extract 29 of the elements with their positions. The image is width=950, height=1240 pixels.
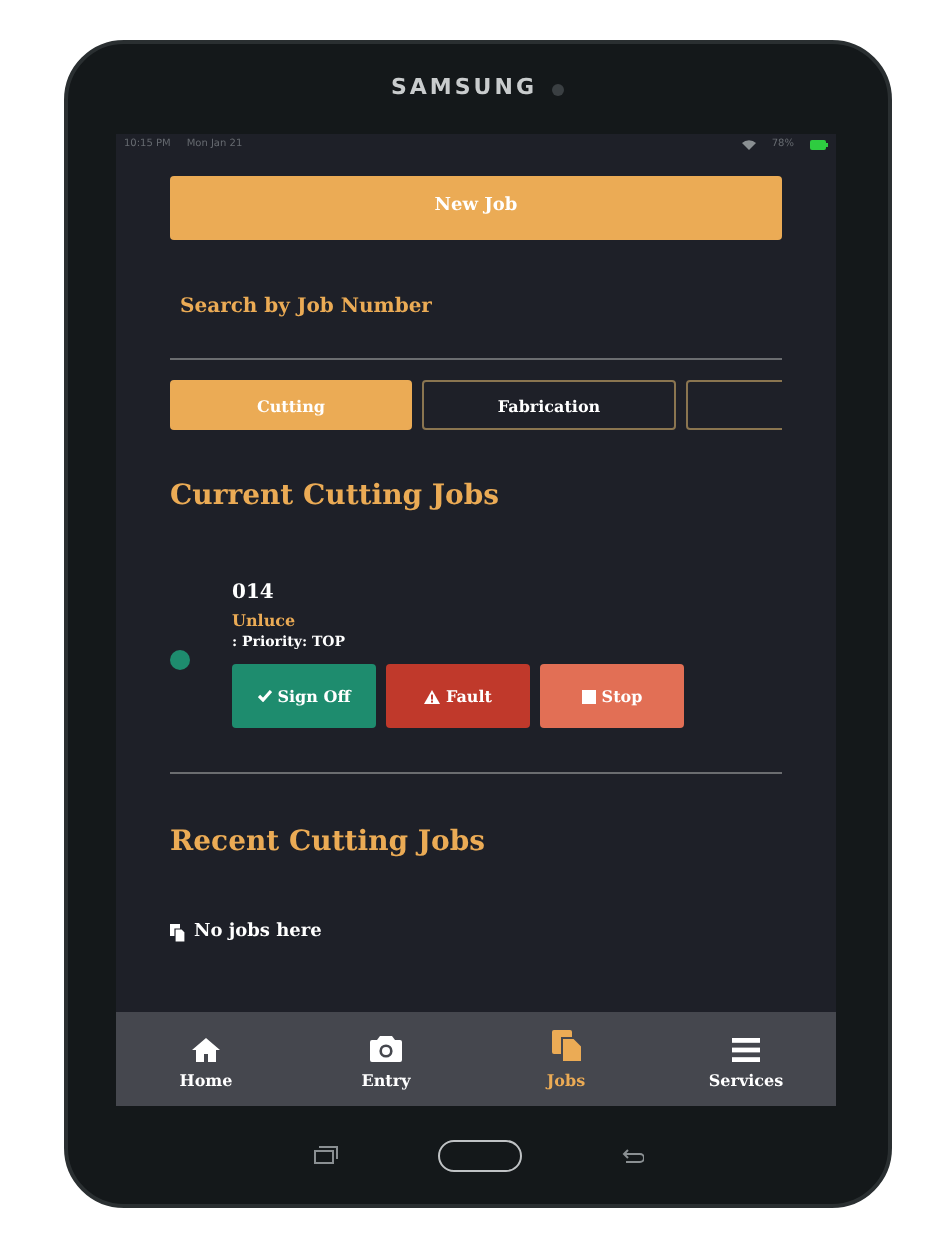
recent-apps-icon[interactable] <box>313 1146 337 1164</box>
documents-icon <box>170 924 186 943</box>
nav-tab[interactable]: Services <box>656 1012 836 1106</box>
section-heading: Recent Cutting Jobs <box>170 826 488 861</box>
nav-tab[interactable]: Entry <box>296 1012 476 1106</box>
home-hardware-button[interactable] <box>437 1139 521 1171</box>
battery-icon <box>810 140 828 150</box>
empty-message: No jobs here <box>194 920 322 947</box>
warning-icon <box>424 689 440 704</box>
stop-button[interactable]: Stop <box>540 664 684 729</box>
check-icon <box>257 690 272 703</box>
category-tab[interactable]: Fabrication <box>422 380 676 430</box>
stop-icon <box>581 689 596 704</box>
camera-icon <box>370 1035 402 1061</box>
camera-lens <box>552 83 565 95</box>
home-icon <box>192 1037 220 1061</box>
wifi-icon <box>741 140 756 150</box>
job-number: 014 <box>232 579 276 608</box>
fault-button[interactable]: Fault <box>386 664 530 729</box>
sign-off-button[interactable]: Sign Off <box>232 664 376 729</box>
documents-icon <box>551 1029 581 1061</box>
nav-tab[interactable]: Home <box>116 1012 296 1106</box>
back-icon[interactable] <box>621 1147 643 1163</box>
menu-icon <box>732 1037 760 1061</box>
section-heading: Current Cutting Jobs <box>170 480 502 514</box>
job-name: Unluce <box>232 607 298 632</box>
search-link[interactable]: Search by Job Number <box>180 292 432 322</box>
brand-logo: SAMSUNG <box>391 72 537 105</box>
nav-tab[interactable]: Jobs <box>476 1012 656 1106</box>
